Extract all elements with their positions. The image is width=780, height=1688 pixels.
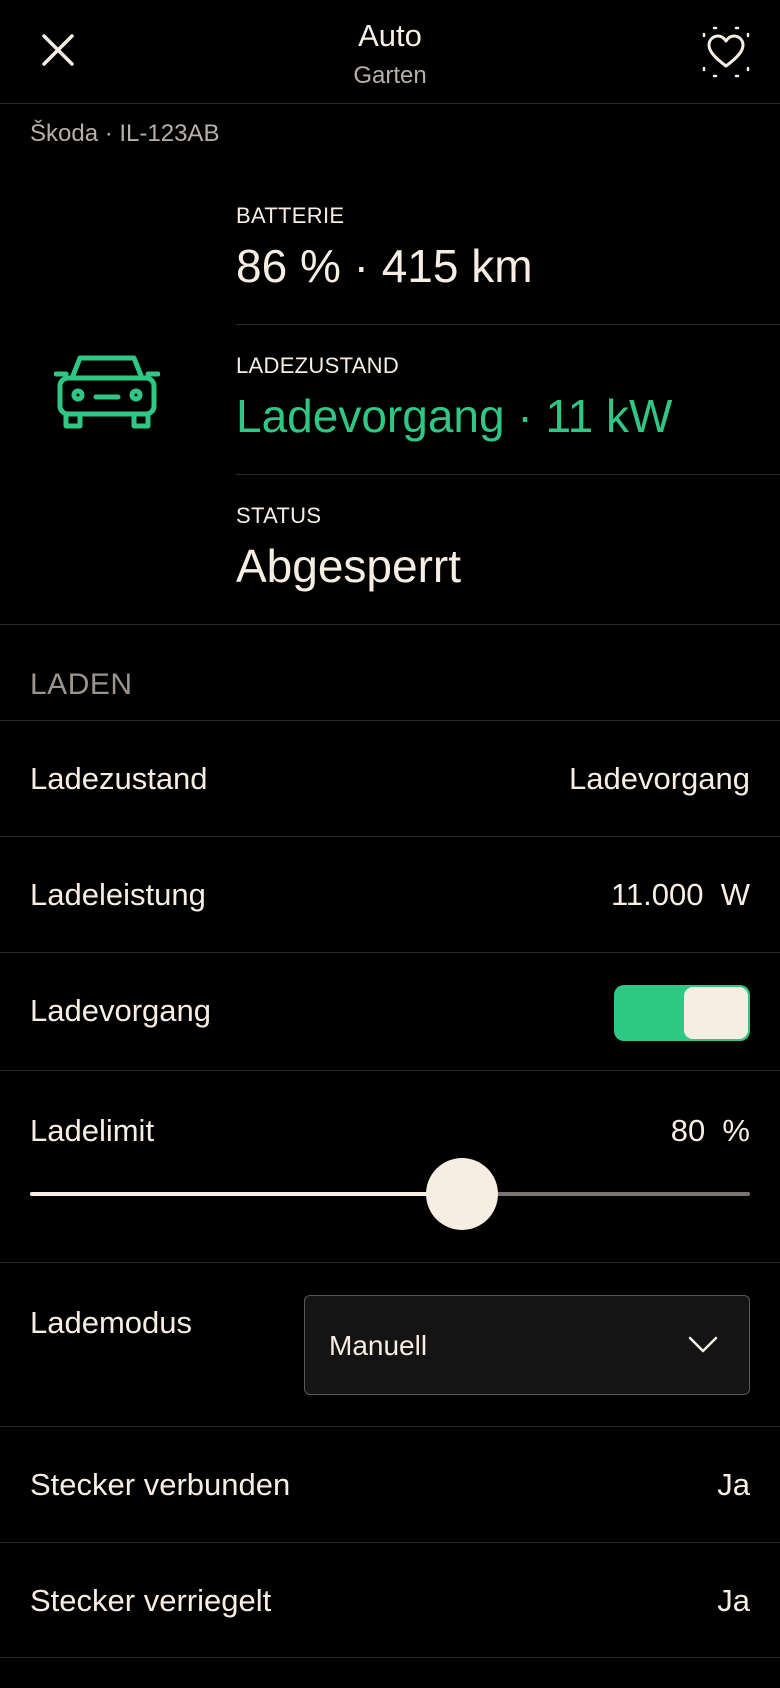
slider-thumb[interactable] bbox=[426, 1158, 498, 1230]
section-title: LADEN bbox=[30, 668, 133, 701]
stat-label: LADEZUSTAND bbox=[236, 353, 400, 378]
header-titles: Auto Garten bbox=[0, 18, 780, 90]
row-ladevorgang: Ladevorgang bbox=[0, 952, 780, 1070]
row-ladelimit: Ladelimit 80 % bbox=[0, 1070, 780, 1262]
stat-label: STATUS bbox=[236, 503, 322, 528]
row-value: 11.000 W bbox=[610, 877, 750, 912]
heart-icon bbox=[702, 26, 750, 78]
page-title: Auto bbox=[358, 18, 422, 53]
car-detail-page: Auto Garten Škoda · IL-123AB BATTERIE 86… bbox=[0, 0, 780, 1688]
car-icon bbox=[54, 355, 160, 429]
charge-limit-slider[interactable] bbox=[30, 1158, 750, 1230]
row-label: Ladelimit bbox=[30, 1113, 155, 1148]
row-label: Stecker verbunden bbox=[30, 1467, 291, 1502]
chevron-down-icon bbox=[688, 1336, 718, 1353]
page-subtitle: Garten bbox=[353, 62, 427, 89]
row-value: Ja bbox=[717, 1583, 750, 1618]
stat-value: Abgesperrt bbox=[236, 540, 462, 592]
row-stecker-verbunden: Stecker verbunden Ja bbox=[0, 1426, 780, 1542]
divider bbox=[236, 324, 780, 325]
vehicle-name-plate: Škoda · IL-123AB bbox=[30, 120, 220, 147]
divider bbox=[0, 624, 780, 625]
charging-toggle[interactable] bbox=[614, 985, 750, 1041]
stat-lock-status: STATUS Abgesperrt bbox=[236, 503, 780, 593]
row-stecker-verriegelt: Stecker verriegelt Ja bbox=[0, 1542, 780, 1658]
stat-value: Ladevorgang · 11 kW bbox=[236, 390, 673, 442]
favorite-button[interactable] bbox=[696, 22, 756, 82]
charge-mode-select[interactable]: Manuell bbox=[304, 1295, 750, 1395]
row-label: Ladeleistung bbox=[30, 877, 206, 912]
row-lademodus: Lademodus Manuell bbox=[0, 1262, 780, 1426]
row-value: Ladevorgang bbox=[569, 761, 750, 796]
slider-fill bbox=[30, 1192, 462, 1196]
row-label: Lademodus bbox=[30, 1305, 193, 1340]
select-value: Manuell bbox=[329, 1330, 428, 1361]
divider bbox=[236, 474, 780, 475]
toggle-knob bbox=[684, 987, 748, 1039]
row-label: Ladevorgang bbox=[30, 993, 211, 1028]
stat-label: BATTERIE bbox=[236, 203, 345, 228]
stat-battery: BATTERIE 86 % · 415 km bbox=[236, 203, 780, 293]
stat-value: 86 % · 415 km bbox=[236, 240, 533, 292]
row-ladeleistung: Ladeleistung 11.000 W bbox=[0, 836, 780, 952]
row-value: Ja bbox=[717, 1467, 750, 1502]
row-label: Stecker verriegelt bbox=[30, 1583, 272, 1618]
header: Auto Garten bbox=[0, 0, 780, 104]
stat-charging-state: LADEZUSTAND Ladevorgang · 11 kW bbox=[236, 353, 780, 443]
row-ladezustand: Ladezustand Ladevorgang bbox=[0, 720, 780, 836]
row-value: 80 % bbox=[670, 1113, 750, 1148]
row-label: Ladezustand bbox=[30, 761, 208, 796]
